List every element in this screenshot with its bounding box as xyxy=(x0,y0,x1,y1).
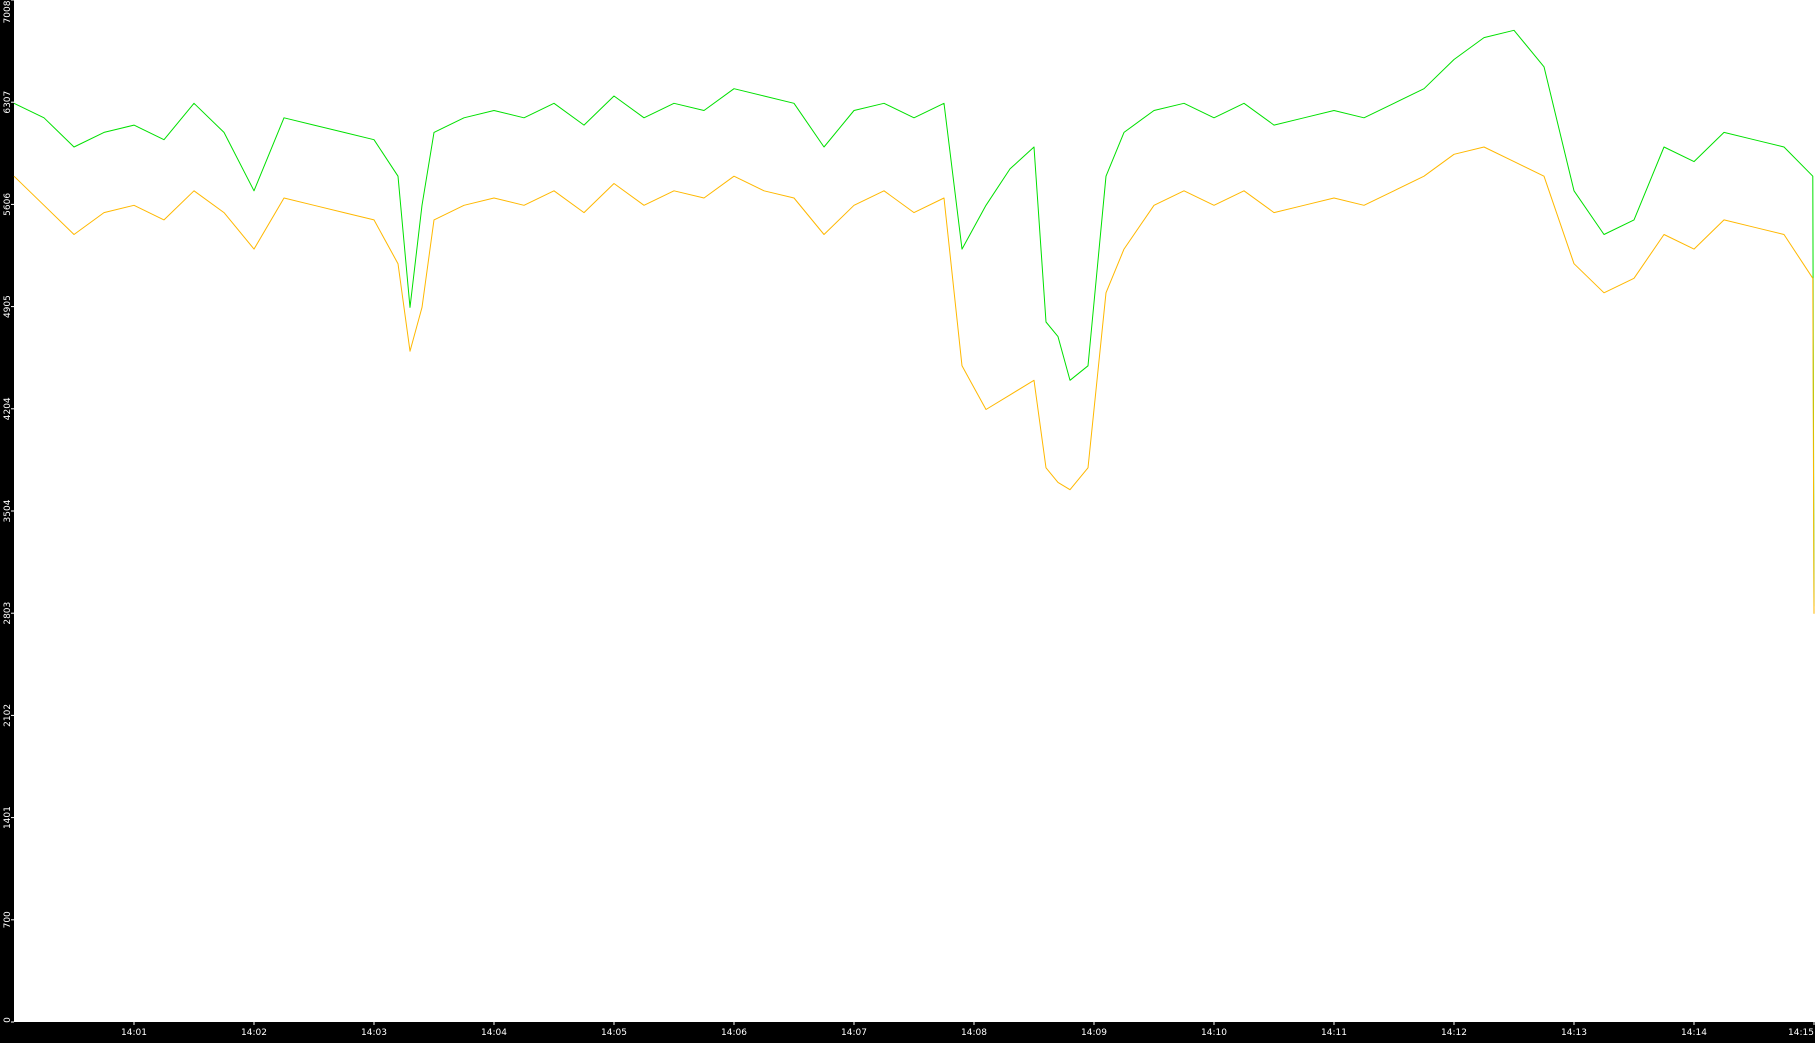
x-tick-label: 14:09 xyxy=(1081,1028,1107,1038)
y-tick-label: 3504 xyxy=(3,499,13,522)
y-tick-label: 700 xyxy=(3,911,13,928)
y-tick-label: 5606 xyxy=(3,193,13,216)
x-tick-label: 14:10 xyxy=(1201,1028,1227,1038)
x-tick-label: 14:14 xyxy=(1681,1028,1707,1038)
y-tick-label: 1401 xyxy=(3,806,13,829)
x-tick-label: 14:03 xyxy=(361,1028,387,1038)
x-tick-label: 14:11 xyxy=(1321,1028,1347,1038)
x-tick-label: 14:15 xyxy=(1788,1028,1814,1038)
y-tick-label: 4905 xyxy=(3,295,13,318)
y-tick-label: 0 xyxy=(3,1017,13,1023)
line-chart: 0 700 1401 2102 2803 3504 4204 4905 5606 6307 7008… xyxy=(0,0,1815,1039)
x-tick-label: 14:01 xyxy=(121,1028,147,1038)
x-tick-label: 14:13 xyxy=(1561,1028,1587,1038)
x-tick-label: 14:04 xyxy=(481,1028,507,1038)
x-tick-label: 14:08 xyxy=(961,1028,987,1038)
y-tick-label: 2803 xyxy=(3,602,13,625)
y-tick-label: 6307 xyxy=(3,91,13,114)
chart-area: 0 700 1401 2102 2803 3504 4204 4905 5606 6307 7008… xyxy=(0,0,1815,1039)
y-tick-label: 7008 xyxy=(3,0,13,23)
x-tick-label: 14:05 xyxy=(601,1028,627,1038)
x-tick-label: 14:02 xyxy=(241,1028,267,1038)
x-tick-label: 14:06 xyxy=(721,1028,747,1038)
x-tick-label: 14:07 xyxy=(841,1028,867,1038)
x-tick-label: 14:12 xyxy=(1441,1028,1467,1038)
y-tick-label: 2102 xyxy=(3,704,13,727)
y-tick-label: 4204 xyxy=(3,397,13,420)
plot-area xyxy=(14,0,1815,1022)
